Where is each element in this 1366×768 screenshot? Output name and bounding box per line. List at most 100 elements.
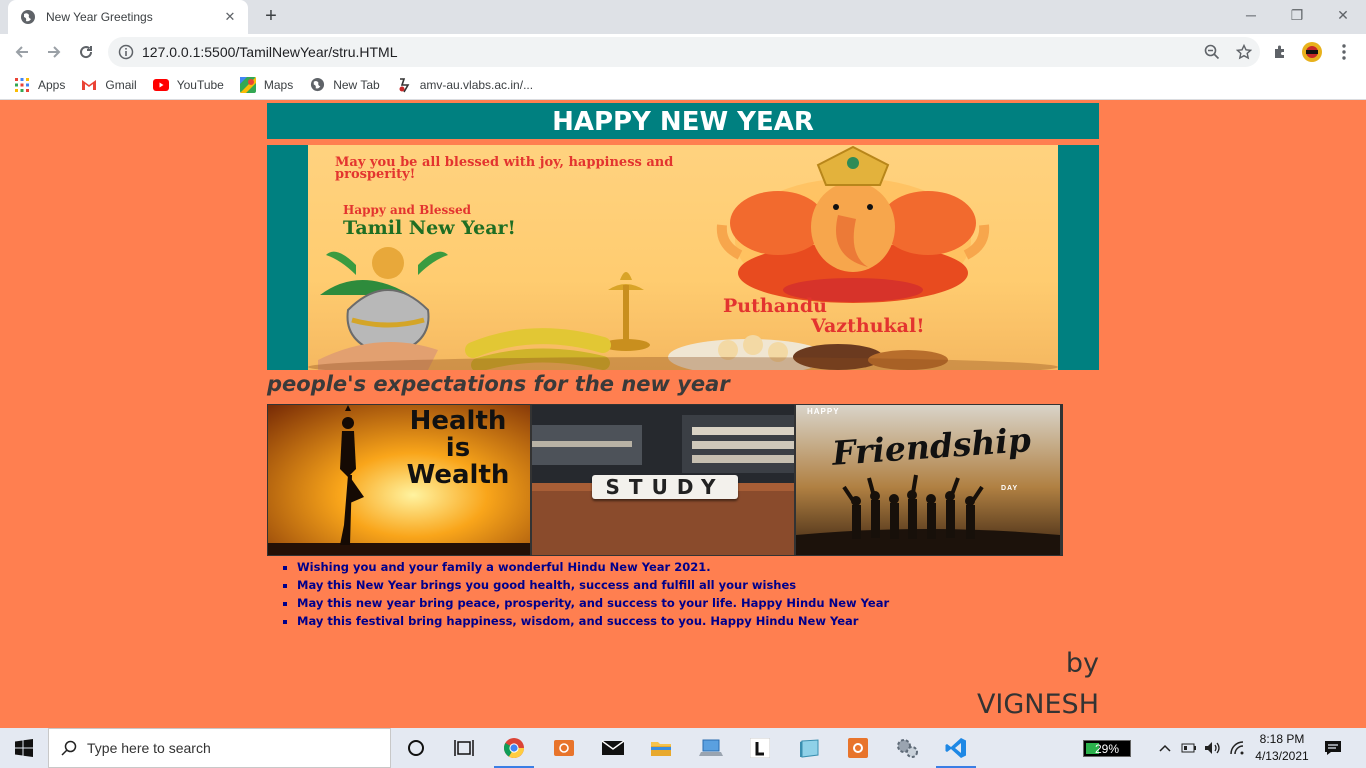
vscode-icon: [945, 738, 966, 758]
bookmark-youtube[interactable]: YouTube: [152, 77, 224, 93]
bookmark-maps[interactable]: Maps: [239, 76, 293, 93]
url-text[interactable]: 127.0.0.1:5500/TamilNewYear/stru.HTML: [142, 44, 1196, 60]
globe-icon: [309, 77, 325, 93]
health-caption-bottom: Wealth: [406, 460, 510, 490]
wifi-icon: [1230, 741, 1244, 755]
browser-toolbar: 127.0.0.1:5500/TamilNewYear/stru.HTML: [0, 34, 1366, 70]
hero-headline: Tamil New Year!: [343, 217, 516, 239]
start-button[interactable]: [0, 728, 48, 768]
notification-icon: [1325, 741, 1341, 755]
apps-grid-icon: [14, 77, 30, 93]
folder-icon: [651, 742, 671, 756]
cortana-button[interactable]: [392, 728, 440, 768]
notifications-button[interactable]: [1322, 738, 1344, 758]
back-button[interactable]: [8, 38, 36, 66]
health-caption-top: Health: [409, 406, 507, 436]
taskbar-search[interactable]: Type here to search: [48, 728, 391, 768]
chevron-up-icon: [1159, 744, 1171, 752]
bookmark-label: Gmail: [105, 77, 137, 92]
taskbar: Type here to search 29% 8:18 PM 4/13/202…: [0, 728, 1366, 768]
this-pc-taskbar-app[interactable]: [687, 728, 735, 768]
camera-taskbar-app[interactable]: [540, 728, 588, 768]
friendship-image: HAPPY Friendship DAY: [796, 405, 1060, 555]
bookmark-label: New Tab: [333, 77, 380, 92]
restore-button[interactable]: ❐: [1274, 0, 1320, 30]
settings-taskbar-app[interactable]: [883, 728, 931, 768]
study-dice: STUDY: [592, 475, 738, 499]
system-clock[interactable]: 8:18 PM 4/13/2021: [1244, 731, 1320, 765]
hero-banner: May you be all blessed with joy, happine…: [267, 145, 1099, 370]
kalash-pot: [318, 247, 448, 370]
orange-taskbar-app[interactable]: [834, 728, 882, 768]
health-caption-mid: is: [445, 433, 471, 463]
bookmark-vlabs[interactable]: amv-au.vlabs.ac.in/...: [396, 77, 533, 93]
wish-item: May this new year bring peace, prosperit…: [297, 594, 889, 612]
extensions-icon[interactable]: [1268, 40, 1292, 64]
bookmark-label: Apps: [38, 77, 66, 92]
vlabs-icon: [396, 77, 412, 93]
author-name: VIGNESH: [976, 689, 1099, 720]
l-taskbar-app[interactable]: [736, 728, 784, 768]
tab-close-icon[interactable]: ✕: [222, 9, 238, 25]
hero-image: May you be all blessed with joy, happine…: [308, 145, 1058, 370]
chrome-taskbar-app[interactable]: [490, 728, 538, 768]
profile-avatar[interactable]: [1300, 40, 1324, 64]
volume-tray-icon[interactable]: [1203, 738, 1223, 758]
show-hidden-icons-button[interactable]: [1156, 738, 1174, 758]
bookmark-label: amv-au.vlabs.ac.in/...: [419, 77, 534, 92]
friendship-caption-happy: HAPPY: [807, 407, 840, 416]
hero-wish-puthandu: Puthandu: [723, 295, 827, 317]
browser-tab[interactable]: New Year Greetings ✕: [8, 0, 248, 34]
task-view-icon: [454, 740, 474, 756]
bookmark-label: YouTube: [176, 77, 224, 92]
minimize-button[interactable]: ─: [1228, 0, 1274, 30]
bookmarks-bar: Apps Gmail YouTube Maps New Tab amv-au.v…: [0, 70, 1366, 100]
battery-indicator[interactable]: 29%: [1083, 740, 1131, 757]
speaker-icon: [1205, 742, 1220, 754]
address-bar[interactable]: 127.0.0.1:5500/TamilNewYear/stru.HTML: [108, 37, 1260, 67]
mail-taskbar-app[interactable]: [589, 728, 637, 768]
cortana-circle-icon: [408, 740, 424, 756]
menu-kebab-icon[interactable]: [1332, 40, 1356, 64]
page-content: HAPPY NEW YEAR May you be all blessed wi…: [0, 101, 1366, 728]
forward-button[interactable]: [40, 38, 68, 66]
power-tray-icon[interactable]: [1180, 738, 1198, 758]
bookmark-apps[interactable]: Apps: [14, 77, 65, 93]
close-window-button[interactable]: ✕: [1320, 0, 1366, 30]
tab-title: New Year Greetings: [46, 10, 153, 24]
chrome-icon: [503, 738, 524, 758]
ganesha-figure: [716, 145, 990, 303]
vscode-taskbar-app[interactable]: [932, 728, 980, 768]
new-tab-button[interactable]: +: [259, 5, 283, 29]
bookmark-gmail[interactable]: Gmail: [81, 77, 137, 93]
friendship-caption-day: DAY: [1001, 485, 1019, 492]
letter-l-app-icon: [750, 738, 770, 758]
study-image: STUDY: [532, 405, 796, 555]
site-info-icon[interactable]: [118, 44, 134, 60]
gears-icon: [897, 739, 918, 758]
by-label: by: [1065, 648, 1099, 679]
notes-taskbar-app[interactable]: [785, 728, 833, 768]
reload-button[interactable]: [72, 38, 100, 66]
globe-icon: [21, 10, 35, 24]
zoom-icon[interactable]: [1196, 37, 1228, 67]
notebook-icon: [800, 739, 819, 758]
forward-arrow-icon: [48, 46, 61, 58]
expectations-gallery: Health is Wealth STUDY HAPPY Friendship …: [267, 404, 1063, 556]
gmail-icon: [81, 77, 97, 93]
clock-date: 4/13/2021: [1255, 749, 1309, 763]
section-heading: people's expectations for the new year: [267, 372, 730, 396]
wish-item: Wishing you and your family a wonderful …: [297, 558, 889, 576]
bookmark-new-tab[interactable]: New Tab: [309, 77, 380, 93]
battery-tray-icon: [1181, 743, 1196, 753]
computer-icon: [699, 739, 723, 756]
page-title: HAPPY NEW YEAR: [267, 103, 1099, 139]
wish-item: May this festival bring happiness, wisdo…: [297, 612, 889, 630]
search-placeholder: Type here to search: [87, 740, 211, 756]
author-block: by VIGNESH: [799, 643, 1099, 725]
file-explorer-taskbar-app[interactable]: [637, 728, 685, 768]
bookmark-star-icon[interactable]: [1228, 37, 1260, 67]
task-view-button[interactable]: [440, 728, 488, 768]
clock-time: 8:18 PM: [1259, 732, 1305, 746]
hero-blessing-line: May you be all blessed with joy, happine…: [335, 155, 674, 182]
